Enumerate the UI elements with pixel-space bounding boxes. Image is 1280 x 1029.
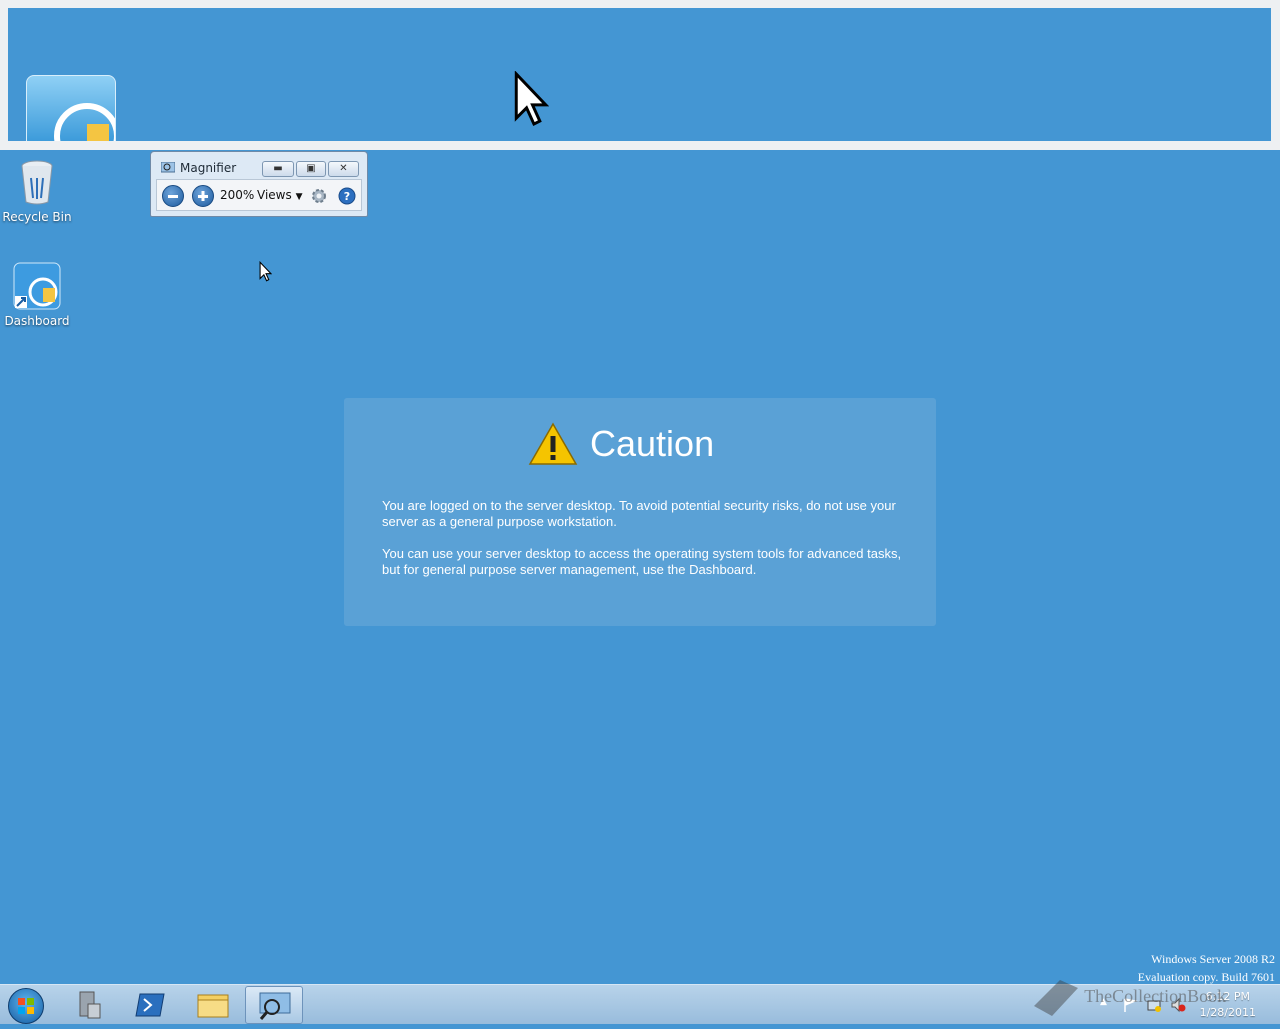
dashboard-icon xyxy=(13,262,61,310)
zoom-out-icon xyxy=(168,195,178,198)
start-orb-icon xyxy=(18,998,34,1014)
magnified-cursor-icon xyxy=(514,71,549,127)
server-manager-icon xyxy=(79,991,101,1019)
watermark-line: Windows Server 2008 R2 xyxy=(1151,952,1275,966)
help-icon[interactable]: ? xyxy=(338,187,356,205)
warning-icon xyxy=(528,422,578,465)
powershell-icon xyxy=(135,993,165,1017)
magnified-dashboard-icon xyxy=(26,75,120,141)
magnified-view xyxy=(8,8,1271,141)
maximize-icon: ▣ xyxy=(306,163,316,174)
recycle-bin-icon xyxy=(21,160,53,205)
zoom-level: 200% xyxy=(220,188,255,202)
magnifier-icon xyxy=(259,992,291,1020)
gear-icon[interactable] xyxy=(310,187,328,205)
cursor-arrow-icon xyxy=(259,261,272,282)
book-icon xyxy=(1034,980,1078,1016)
magnifier-lens xyxy=(0,0,1280,150)
chevron-down-icon: ▼ xyxy=(295,192,303,202)
overlay-watermark: TheCollectionBook xyxy=(1030,976,1226,1020)
desktop-icon-recycle-bin[interactable]: Recycle Bin xyxy=(0,158,74,224)
magnifier-app-icon xyxy=(161,162,175,173)
zoom-in-button[interactable] xyxy=(192,185,214,207)
taskbar-magnifier[interactable] xyxy=(245,986,303,1024)
magnifier-toolbar: 200% Views ▼ ? xyxy=(156,179,362,211)
desktop-icon-label: Recycle Bin xyxy=(2,210,72,224)
minimize-button[interactable]: ▬ xyxy=(262,161,294,177)
taskbar-explorer[interactable] xyxy=(184,986,242,1024)
minimize-icon: ▬ xyxy=(273,163,283,174)
caution-title: Caution xyxy=(590,423,715,464)
zoom-in-icon xyxy=(198,191,208,201)
overlay-watermark-text: TheCollectionBook xyxy=(1084,986,1227,1007)
maximize-button[interactable]: ▣ xyxy=(296,161,326,177)
magnifier-window[interactable]: Magnifier ▬ ▣ ✕ 200% Views ▼ ? xyxy=(150,151,368,217)
close-icon: ✕ xyxy=(339,163,348,174)
views-label: Views xyxy=(257,188,292,202)
desktop-icon-dashboard[interactable]: Dashboard xyxy=(0,262,74,328)
explorer-icon xyxy=(197,994,229,1018)
caution-paragraph: You are logged on to the server desktop.… xyxy=(382,498,896,529)
zoom-out-button[interactable] xyxy=(162,185,184,207)
taskbar-server-manager[interactable] xyxy=(60,986,118,1024)
svg-text:?: ? xyxy=(344,190,350,203)
desktop-icon-label: Dashboard xyxy=(4,314,70,328)
caution-paragraph: You can use your server desktop to acces… xyxy=(382,546,902,577)
window-title: Magnifier xyxy=(180,161,237,175)
close-button[interactable]: ✕ xyxy=(328,161,359,177)
caution-panel: Caution You are logged on to the server … xyxy=(344,398,936,626)
views-dropdown[interactable]: Views ▼ xyxy=(257,188,302,202)
taskbar-powershell[interactable] xyxy=(122,986,180,1024)
start-button[interactable] xyxy=(8,988,44,1024)
